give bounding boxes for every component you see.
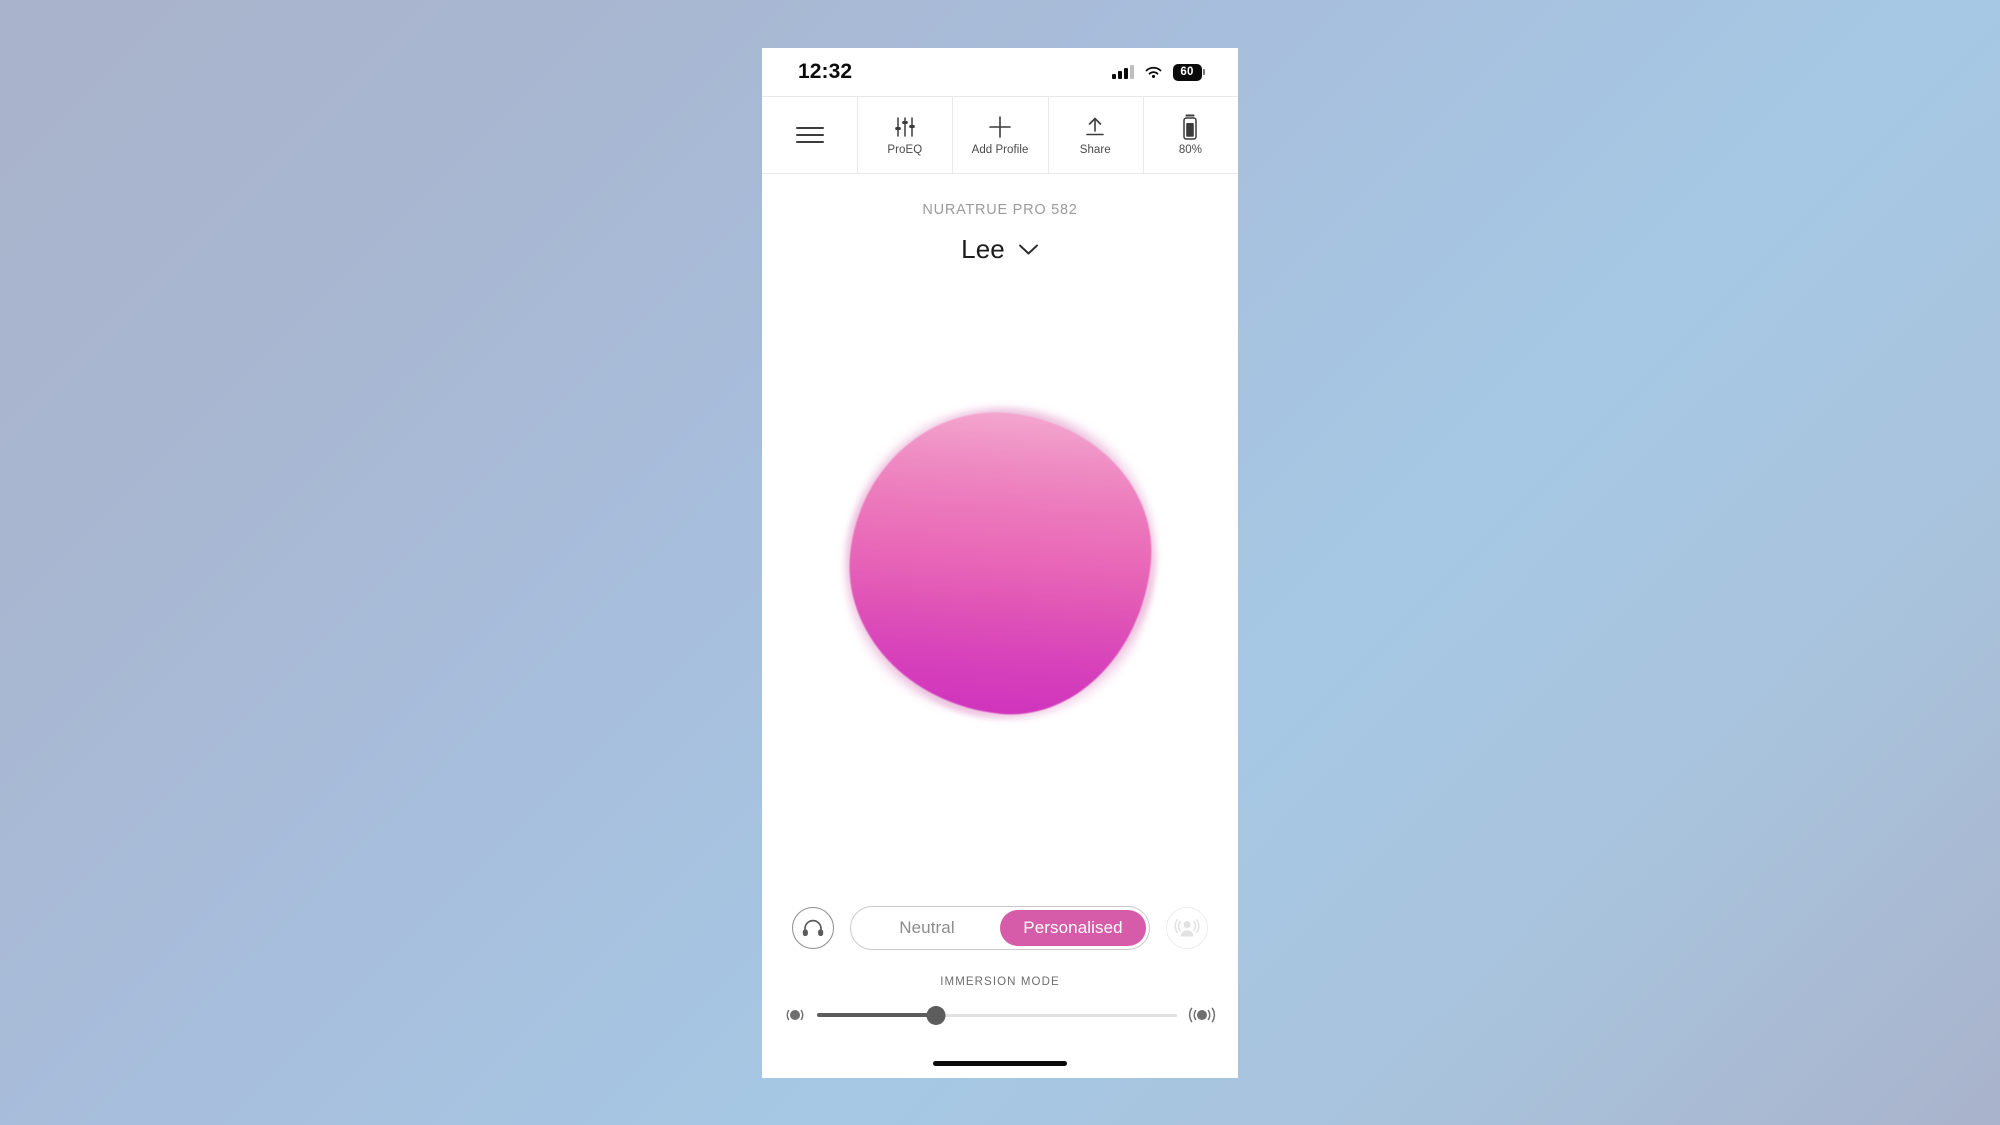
hearing-profile-blob xyxy=(787,350,1213,775)
earbud-battery-button[interactable]: 80% xyxy=(1142,97,1238,173)
mode-option-personalised[interactable]: Personalised xyxy=(1000,910,1146,946)
headphones-mode-button[interactable] xyxy=(792,907,834,949)
home-indicator-area xyxy=(762,1048,1238,1078)
home-indicator-bar[interactable] xyxy=(933,1060,1067,1066)
immersion-low-icon xyxy=(784,1005,806,1025)
battery-pill-icon: 60 xyxy=(1172,63,1205,81)
share-label: Share xyxy=(1079,143,1111,156)
device-name: NURATRUE PRO 582 xyxy=(922,202,1078,218)
hearing-profile-visual xyxy=(762,265,1238,906)
listening-mode-row: Neutral Personalised xyxy=(762,906,1238,950)
slider-thumb[interactable] xyxy=(926,1005,946,1025)
status-bar: 12:32 60 xyxy=(762,48,1238,96)
cellular-signal-icon xyxy=(1112,65,1134,79)
immersion-mode-title: IMMERSION MODE xyxy=(940,976,1060,988)
hamburger-menu-icon xyxy=(795,122,824,148)
mode-option-neutral[interactable]: Neutral xyxy=(854,910,1000,946)
status-bar-time: 12:32 xyxy=(798,60,853,83)
social-mode-button[interactable] xyxy=(1166,907,1208,949)
profile-selector[interactable]: Lee xyxy=(762,234,1238,265)
top-toolbar: ProEQ Add Profile Share 80% xyxy=(762,96,1238,174)
headphones-icon xyxy=(802,919,824,937)
immersion-slider[interactable] xyxy=(817,1004,1177,1026)
plus-icon xyxy=(987,114,1013,140)
slider-track-fill xyxy=(817,1013,936,1017)
add-profile-button[interactable]: Add Profile xyxy=(952,97,1047,173)
immersion-high-icon xyxy=(1188,1005,1216,1025)
profile-name: Lee xyxy=(961,234,1005,264)
add-profile-label: Add Profile xyxy=(971,143,1029,156)
battery-vertical-icon xyxy=(1182,114,1198,140)
social-mode-icon xyxy=(1174,919,1200,937)
menu-button[interactable] xyxy=(762,97,857,173)
phone-screen: 12:32 60 ProEQ Add Profile Share 80% NUR… xyxy=(762,48,1238,1078)
wifi-icon xyxy=(1145,66,1161,78)
chevron-down-icon xyxy=(1018,244,1038,255)
listening-mode-toggle[interactable]: Neutral Personalised xyxy=(850,906,1150,950)
equalizer-sliders-icon xyxy=(892,114,918,140)
share-button[interactable]: Share xyxy=(1047,97,1143,173)
share-upload-icon xyxy=(1083,114,1107,140)
blob-core xyxy=(835,397,1165,728)
immersion-slider-row xyxy=(784,1004,1216,1026)
proeq-label: ProEQ xyxy=(887,143,923,156)
proeq-button[interactable]: ProEQ xyxy=(857,97,952,173)
immersion-mode-section: IMMERSION MODE xyxy=(762,976,1238,1026)
battery-nub xyxy=(1203,69,1205,75)
earbud-battery-label: 80% xyxy=(1178,143,1202,156)
status-bar-indicators: 60 xyxy=(1112,63,1205,81)
battery-level-text: 60 xyxy=(1172,63,1202,81)
